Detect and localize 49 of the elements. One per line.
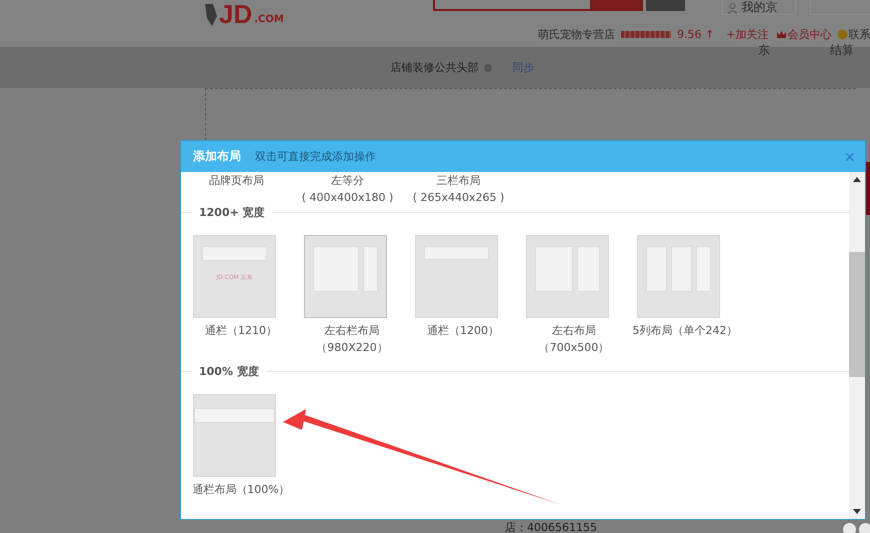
scrollbar[interactable]	[849, 172, 865, 519]
dog-logo-icon	[205, 4, 217, 26]
cart-label: 结算	[830, 44, 854, 57]
layout-thumbnail[interactable]	[193, 394, 276, 477]
layout-name: 通栏（1210）	[205, 323, 277, 339]
help-icon	[484, 64, 492, 72]
follow-link[interactable]: +加关注	[726, 26, 768, 42]
layout-thumbnail[interactable]	[415, 235, 498, 318]
close-button[interactable]: ×	[844, 148, 855, 164]
scroll-up-icon[interactable]	[853, 176, 861, 182]
sync-link[interactable]: 同步	[512, 60, 534, 75]
store-name: 萌氏宠物专营店	[538, 26, 615, 42]
coin-icon	[837, 28, 848, 40]
layout-size: ( 265x440x265 )	[412, 190, 504, 206]
layout-name: 通栏布局（100%）	[192, 482, 290, 498]
section-title: 1200+ 宽度	[191, 205, 273, 220]
account-label: 东	[758, 44, 770, 57]
section-title: 100% 宽度	[191, 364, 267, 379]
account-label: 我的京	[742, 1, 778, 14]
search-button[interactable]	[592, 0, 643, 11]
header-section-title: 店铺装修公共头部	[390, 60, 478, 75]
layout-size: ( 400x400x180 )	[302, 190, 394, 206]
layout-name: 左等分	[331, 173, 364, 189]
layout-thumbnail[interactable]	[304, 235, 387, 318]
layout-thumbnail[interactable]	[637, 235, 720, 318]
account-menu[interactable]: 我的京	[722, 0, 796, 15]
store-search-button[interactable]	[646, 0, 685, 11]
layout-name: 三栏布局	[436, 173, 480, 189]
scroll-down-icon[interactable]	[853, 509, 861, 515]
layout-name: 通栏（1200）	[427, 323, 499, 339]
layout-thumbnail[interactable]	[526, 235, 609, 318]
logo: JD.COM	[205, 0, 295, 26]
scrollbar-thumb[interactable]	[849, 252, 865, 377]
layout-name: 左右布局	[552, 323, 596, 339]
layout-name: 品牌页布局	[209, 173, 264, 189]
dialog-title: 添加布局	[193, 148, 241, 165]
phone-text: 店：4006561155	[505, 520, 597, 533]
layout-name: 5列布局（单个242）	[632, 323, 738, 339]
store-score: 9.56 ↑	[677, 28, 714, 40]
circle-button[interactable]	[843, 523, 856, 533]
user-icon	[726, 3, 738, 14]
crown-icon	[776, 28, 788, 40]
dialog-hint: 双击可直接完成添加操作	[255, 149, 377, 164]
member-center-link[interactable]: 会员中心	[787, 26, 832, 42]
search-field[interactable]	[433, 0, 592, 11]
layout-name: 左右栏布局	[324, 323, 380, 339]
layout-size: （700x500）	[538, 340, 610, 356]
layout-size: （980X220）	[316, 340, 388, 356]
contact-link[interactable]: 联系	[848, 28, 870, 40]
